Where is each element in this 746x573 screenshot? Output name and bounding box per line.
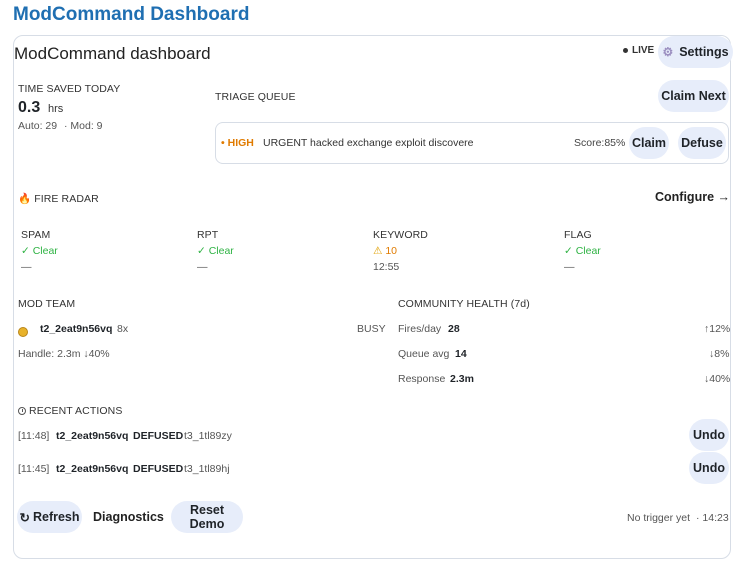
diagnostics-link[interactable]: Diagnostics [93, 510, 164, 524]
priority-badge: • HIGH [221, 137, 254, 149]
health-value-queue: 14 [455, 348, 467, 360]
action-type: DEFUSED [133, 430, 184, 442]
radar-label-spam: SPAM [21, 229, 51, 241]
clock-icon [18, 407, 26, 416]
time-saved-value: 0.3 [18, 99, 41, 116]
refresh-button[interactable]: ↻ Refresh [17, 501, 82, 533]
triage-item-title: URGENT hacked exchange exploit discovere [263, 137, 474, 149]
app-title: ModCommand Dashboard [13, 4, 250, 25]
action-user: t2_2eat9n56vq [56, 430, 129, 442]
health-delta-fires: ↑12% [704, 323, 731, 335]
undo-button[interactable]: Undo [689, 419, 729, 451]
dashboard-panel: ModCommand dashboard LIVE ⚙ Settings TIME… [13, 35, 733, 559]
action-type: DEFUSED [133, 463, 184, 475]
gear-icon: ⚙ [662, 45, 674, 59]
defuse-button[interactable]: Defuse [678, 127, 726, 159]
health-delta-response: ↓40% [704, 373, 731, 385]
live-indicator: LIVE [623, 45, 654, 56]
mod-handle-stat: Handle: 2.3m ↓40% [18, 348, 110, 360]
health-label-queue: Queue avg [398, 348, 450, 360]
health-label-fires: Fires/day [398, 323, 442, 335]
radar-detail-flag: — [564, 261, 575, 273]
action-target: t3_1tl89hj [184, 463, 230, 475]
triage-heading: TRIAGE QUEUE [215, 91, 296, 103]
health-value-response: 2.3m [450, 373, 474, 385]
settings-button[interactable]: ⚙ Settings [658, 36, 733, 68]
action-time: [11:48] [18, 430, 50, 442]
time-saved-auto: Auto: 29 [18, 120, 58, 132]
live-dot-icon [623, 47, 628, 53]
footer-time: · 14:23 [696, 512, 729, 524]
mod-member-name: t2_2eat9n56vq [40, 323, 113, 335]
radar-detail-spam: — [21, 261, 32, 273]
time-saved-mod: · Mod: 9 [64, 120, 103, 132]
configure-link[interactable]: Configure → [655, 190, 730, 204]
mod-team-heading: MOD TEAM [18, 298, 76, 310]
action-user: t2_2eat9n56vq [56, 463, 129, 475]
health-label-response: Response [398, 373, 446, 385]
community-health-heading: COMMUNITY HEALTH (7d) [398, 298, 530, 310]
time-saved-unit: hrs [48, 103, 64, 115]
fire-radar-heading: 🔥 FIRE RADAR [18, 193, 99, 205]
mod-member-row [18, 323, 28, 341]
warning-icon: ⚠ [373, 245, 383, 257]
reset-demo-button[interactable]: Reset Demo [171, 501, 243, 533]
triage-item-score: Score:85% [574, 137, 626, 149]
mod-member-status: BUSY [357, 323, 386, 335]
radar-status-flag: ✓ Clear [564, 245, 601, 257]
recent-actions-heading: RECENT ACTIONS [18, 405, 122, 417]
claim-next-button[interactable]: Claim Next [658, 80, 729, 112]
panel-title: ModCommand dashboard [14, 44, 211, 63]
radar-label-keyword: KEYWORD [373, 229, 428, 241]
health-value-fires: 28 [448, 323, 460, 335]
radar-detail-rpt: — [197, 261, 208, 273]
action-target: t3_1tl89zy [184, 430, 232, 442]
trigger-status: No trigger yet [627, 512, 691, 524]
time-saved-heading: TIME SAVED TODAY [18, 83, 121, 95]
radar-detail-keyword: 12:55 [373, 261, 400, 273]
radar-label-flag: FLAG [564, 229, 592, 241]
undo-button[interactable]: Undo [689, 452, 729, 484]
refresh-icon: ↻ [19, 510, 30, 525]
mod-member-count: 8x [117, 323, 129, 335]
fire-icon: 🔥 [18, 193, 32, 205]
radar-status-keyword: ⚠ 10 [373, 245, 398, 257]
action-time: [11:45] [18, 463, 50, 475]
health-delta-queue: ↓8% [709, 348, 730, 360]
claim-button[interactable]: Claim [629, 127, 669, 159]
radar-status-spam: ✓ Clear [21, 245, 58, 257]
avatar [18, 326, 28, 337]
triage-item: • HIGH URGENT hacked exchange exploit di… [215, 122, 729, 164]
radar-label-rpt: RPT [197, 229, 219, 241]
radar-status-rpt: ✓ Clear [197, 245, 234, 257]
